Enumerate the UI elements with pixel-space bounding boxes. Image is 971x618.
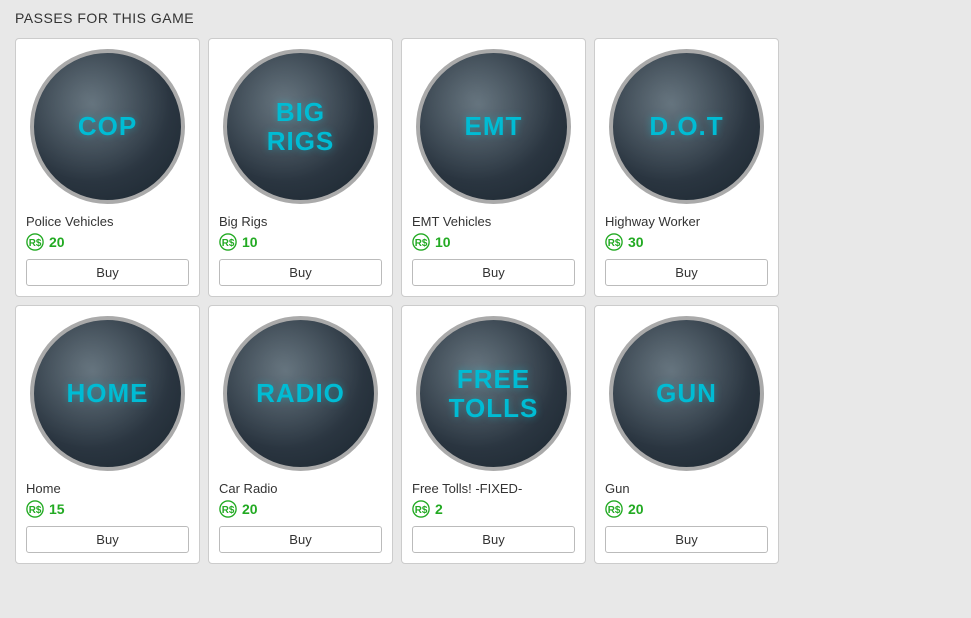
pass-icon-free-tolls: FREETOLLS bbox=[416, 316, 571, 471]
buy-button-radio[interactable]: Buy bbox=[219, 526, 382, 553]
pass-price-free-tolls: R$ 2 bbox=[412, 500, 575, 518]
svg-text:R$: R$ bbox=[415, 505, 428, 516]
buy-button-gun[interactable]: Buy bbox=[605, 526, 768, 553]
pass-card-gun: GUN Gun R$ 20 Buy bbox=[594, 305, 779, 564]
pass-icon-text-radio: RADIO bbox=[256, 379, 345, 408]
pass-icon-big-rigs: BIGRIGS bbox=[223, 49, 378, 204]
pass-name-big-rigs: Big Rigs bbox=[219, 214, 382, 229]
pass-icon-gun: GUN bbox=[609, 316, 764, 471]
pass-card-big-rigs: BIGRIGS Big Rigs R$ 10 Buy bbox=[208, 38, 393, 297]
pass-price-value-cop: 20 bbox=[49, 234, 65, 250]
pass-price-cop: R$ 20 bbox=[26, 233, 189, 251]
pass-icon-text-dot: D.O.T bbox=[649, 112, 723, 141]
pass-price-radio: R$ 20 bbox=[219, 500, 382, 518]
pass-icon-cop: COP bbox=[30, 49, 185, 204]
pass-card-cop: COP Police Vehicles R$ 20 Buy bbox=[15, 38, 200, 297]
pass-name-radio: Car Radio bbox=[219, 481, 382, 496]
pass-icon-text-big-rigs: BIGRIGS bbox=[267, 98, 335, 155]
svg-text:R$: R$ bbox=[608, 238, 621, 249]
buy-button-home[interactable]: Buy bbox=[26, 526, 189, 553]
svg-text:R$: R$ bbox=[222, 238, 235, 249]
buy-button-free-tolls[interactable]: Buy bbox=[412, 526, 575, 553]
pass-price-big-rigs: R$ 10 bbox=[219, 233, 382, 251]
pass-icon-dot: D.O.T bbox=[609, 49, 764, 204]
pass-icon-text-free-tolls: FREETOLLS bbox=[449, 365, 539, 422]
pass-price-emt: R$ 10 bbox=[412, 233, 575, 251]
pass-price-value-radio: 20 bbox=[242, 501, 258, 517]
pass-icon-home: HOME bbox=[30, 316, 185, 471]
pass-icon-emt: EMT bbox=[416, 49, 571, 204]
svg-text:R$: R$ bbox=[29, 505, 42, 516]
pass-icon-text-home: HOME bbox=[67, 379, 149, 408]
page-title: PASSES FOR THIS GAME bbox=[15, 10, 956, 26]
pass-card-emt: EMT EMT Vehicles R$ 10 Buy bbox=[401, 38, 586, 297]
svg-text:R$: R$ bbox=[29, 238, 42, 249]
pass-card-dot: D.O.T Highway Worker R$ 30 Buy bbox=[594, 38, 779, 297]
pass-card-free-tolls: FREETOLLS Free Tolls! -FIXED- R$ 2 Buy bbox=[401, 305, 586, 564]
buy-button-emt[interactable]: Buy bbox=[412, 259, 575, 286]
pass-price-value-dot: 30 bbox=[628, 234, 644, 250]
buy-button-big-rigs[interactable]: Buy bbox=[219, 259, 382, 286]
pass-name-home: Home bbox=[26, 481, 189, 496]
page-container: PASSES FOR THIS GAME COP Police Vehicles… bbox=[15, 10, 956, 564]
buy-button-cop[interactable]: Buy bbox=[26, 259, 189, 286]
pass-price-gun: R$ 20 bbox=[605, 500, 768, 518]
pass-icon-text-gun: GUN bbox=[656, 379, 717, 408]
passes-grid: COP Police Vehicles R$ 20 Buy BIGRIGS Bi… bbox=[15, 38, 956, 564]
svg-text:R$: R$ bbox=[415, 238, 428, 249]
pass-price-value-gun: 20 bbox=[628, 501, 644, 517]
svg-text:R$: R$ bbox=[222, 505, 235, 516]
pass-name-emt: EMT Vehicles bbox=[412, 214, 575, 229]
pass-card-home: HOME Home R$ 15 Buy bbox=[15, 305, 200, 564]
pass-name-dot: Highway Worker bbox=[605, 214, 768, 229]
pass-card-radio: RADIO Car Radio R$ 20 Buy bbox=[208, 305, 393, 564]
pass-icon-radio: RADIO bbox=[223, 316, 378, 471]
pass-name-gun: Gun bbox=[605, 481, 768, 496]
pass-icon-text-cop: COP bbox=[78, 112, 137, 141]
pass-name-cop: Police Vehicles bbox=[26, 214, 189, 229]
buy-button-dot[interactable]: Buy bbox=[605, 259, 768, 286]
svg-text:R$: R$ bbox=[608, 505, 621, 516]
pass-price-value-big-rigs: 10 bbox=[242, 234, 258, 250]
pass-price-dot: R$ 30 bbox=[605, 233, 768, 251]
pass-price-value-home: 15 bbox=[49, 501, 65, 517]
pass-price-value-free-tolls: 2 bbox=[435, 501, 443, 517]
pass-price-home: R$ 15 bbox=[26, 500, 189, 518]
pass-price-value-emt: 10 bbox=[435, 234, 451, 250]
pass-name-free-tolls: Free Tolls! -FIXED- bbox=[412, 481, 575, 496]
pass-icon-text-emt: EMT bbox=[465, 112, 523, 141]
